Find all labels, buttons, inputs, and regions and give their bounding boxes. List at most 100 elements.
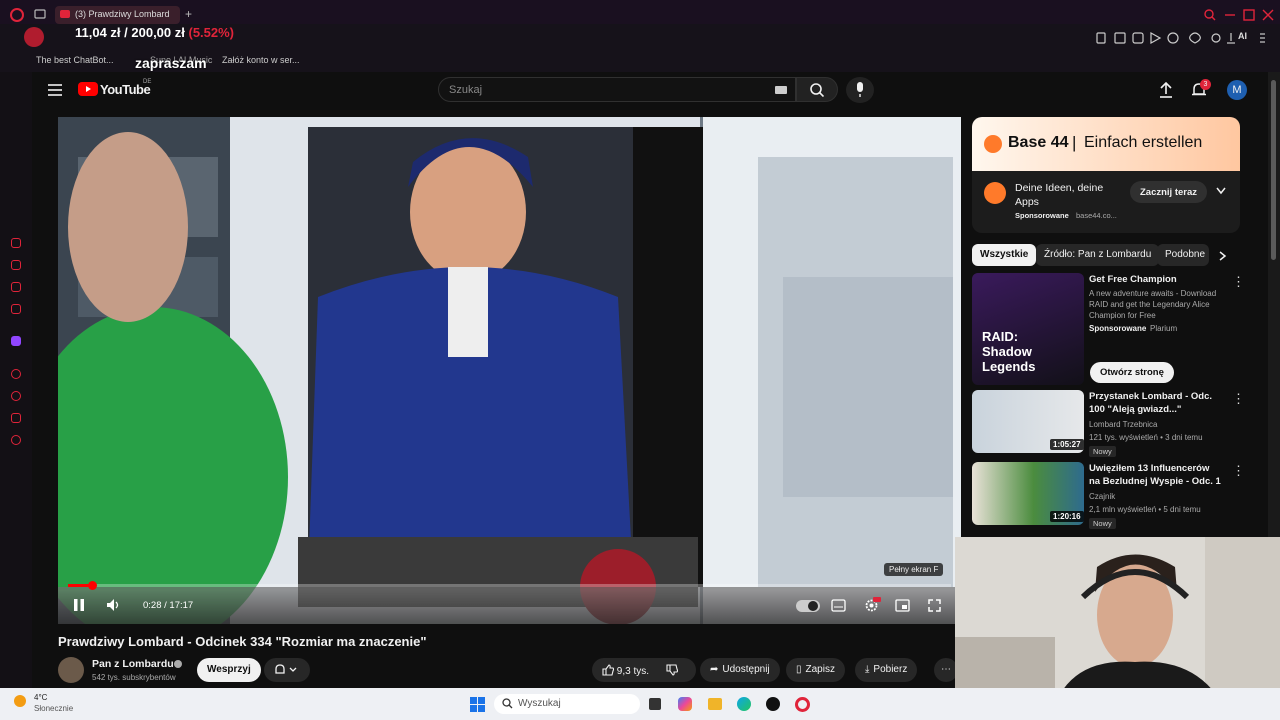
app-icon[interactable]	[766, 697, 780, 711]
volume-icon[interactable]	[106, 598, 120, 612]
like-count[interactable]: 9,3 tys.	[617, 666, 649, 677]
new-badge: Nowy	[1089, 446, 1116, 457]
keyboard-icon[interactable]	[775, 86, 787, 94]
rec-title[interactable]: Get Free Champion	[1089, 273, 1221, 286]
bookmark-chatbot[interactable]: The best ChatBot...	[36, 55, 114, 65]
search-input[interactable]: Szukaj	[438, 77, 796, 102]
minimize-icon[interactable]	[1224, 9, 1236, 21]
account-avatar[interactable]: M	[1227, 80, 1247, 100]
search-button[interactable]	[796, 77, 838, 102]
sidebar-app-icon[interactable]	[11, 413, 21, 423]
ai-button[interactable]: AI	[1238, 31, 1247, 41]
dislike-icon[interactable]	[666, 664, 678, 676]
edge-icon[interactable]	[737, 697, 751, 711]
sidebar-app-icon[interactable]	[11, 369, 21, 379]
pause-icon[interactable]	[73, 598, 85, 612]
taskbar-search-input[interactable]: Wyszukaj	[494, 694, 640, 714]
task-view-icon[interactable]	[649, 698, 661, 710]
history-icon[interactable]	[11, 391, 21, 401]
ad-headline[interactable]: Deine Ideen, deine Apps	[1015, 181, 1115, 209]
browser-tab[interactable]: (3) Prawdziwy Lombard	[55, 6, 180, 24]
taskbar-search-icon	[502, 698, 513, 709]
rec-title[interactable]: Uwięziłem 13 Influencerów na Bezludnej W…	[1089, 462, 1221, 488]
subscriber-count: 542 tys. subskrybentów	[92, 673, 176, 682]
thumbnail-caption: RAID: Shadow Legends	[982, 329, 1036, 374]
rec-channel[interactable]: Lombard Trzebnica	[1089, 420, 1157, 429]
close-window-icon[interactable]	[1262, 9, 1274, 21]
twitch-icon[interactable]	[11, 336, 21, 346]
new-tab-icon[interactable]: +	[185, 7, 192, 21]
subscription-bell-button[interactable]	[264, 658, 310, 682]
menu-icon[interactable]	[48, 84, 62, 96]
bookmark-icon: ▯	[796, 664, 802, 675]
support-button[interactable]: Wesprzyj	[197, 658, 261, 682]
progress-scrubber[interactable]	[87, 581, 97, 590]
rec-thumbnail[interactable]: RAID: Shadow Legends	[972, 273, 1084, 385]
subtitles-icon[interactable]	[831, 599, 846, 612]
video-player[interactable]	[58, 117, 961, 624]
chevron-right-icon[interactable]	[1219, 251, 1227, 261]
share-label: Udostępnij	[722, 664, 770, 675]
sidebar-app-icon[interactable]	[11, 304, 21, 314]
copilot-icon[interactable]	[678, 697, 692, 711]
weather-sun-icon[interactable]	[14, 695, 26, 707]
microphone-icon	[857, 82, 863, 97]
opera-gx-icon[interactable]	[795, 697, 810, 712]
search-tabs-icon[interactable]	[1204, 9, 1216, 21]
more-options-icon[interactable]: ⋮	[1232, 274, 1245, 290]
browser-sidebar	[0, 72, 32, 688]
weather-text[interactable]: Słonecznie	[34, 704, 73, 713]
share-button[interactable]: ➦ Udostępnij	[700, 658, 780, 682]
opera-logo-icon[interactable]	[10, 8, 24, 22]
ad-domain: base44.co...	[1076, 211, 1117, 220]
autoplay-toggle[interactable]	[796, 600, 820, 612]
chip-similar[interactable]: Podobne	[1157, 244, 1209, 266]
download-button[interactable]: ⤓ Pobierz	[855, 658, 918, 682]
ad-banner[interactable]: Base 44 | Einfach erstellen	[972, 117, 1240, 171]
open-page-button[interactable]: Otwórz stronę	[1090, 362, 1174, 383]
voice-search-button[interactable]	[846, 77, 874, 103]
save-button[interactable]: ▯ Zapisz	[786, 658, 845, 682]
sidebar-app-icon[interactable]	[11, 260, 21, 270]
sidebar-app-icon[interactable]	[11, 238, 21, 248]
file-explorer-icon[interactable]	[708, 698, 722, 710]
fullscreen-icon[interactable]	[928, 599, 941, 612]
download-icon: ⤓	[865, 664, 870, 675]
miniplayer-icon[interactable]	[895, 599, 910, 612]
chevron-down-icon[interactable]	[1216, 187, 1226, 195]
tab-manager-icon[interactable]	[34, 9, 46, 19]
chip-all[interactable]: Wszystkie	[972, 244, 1037, 266]
bookmark-zaloz-konto[interactable]: Załóż konto w ser...	[222, 55, 300, 65]
chip-source[interactable]: Źródło: Pan z Lombardu	[1036, 244, 1160, 266]
price-change: (5.52%)	[188, 25, 235, 40]
rec-title[interactable]: Przystanek Lombard - Odc. 100 "Aleją gwi…	[1089, 390, 1221, 416]
video-duration: 1:20:16	[1050, 511, 1084, 522]
settings-icon[interactable]	[11, 435, 21, 445]
ad-sponsored: Sponsorowane	[1015, 211, 1069, 220]
overlay-banner-text: zapraszam	[135, 55, 207, 71]
ad-banner-divider: |	[1072, 133, 1077, 152]
rec-meta: 2,1 mln wyświetleń • 5 dni temu	[1089, 505, 1201, 514]
fullscreen-tooltip: Pełny ekran F	[884, 563, 944, 576]
maximize-icon[interactable]	[1243, 9, 1255, 21]
upload-icon[interactable]	[1159, 82, 1173, 98]
progress-bar[interactable]	[68, 581, 951, 590]
windows-start-icon[interactable]	[470, 697, 485, 712]
channel-avatar[interactable]	[58, 657, 84, 683]
back-button[interactable]	[24, 27, 44, 47]
advertiser-avatar	[984, 182, 1006, 204]
ad-cta-button[interactable]: Zacznij teraz	[1130, 181, 1208, 203]
base44-logo-icon	[984, 135, 1002, 153]
sidebar-app-icon[interactable]	[11, 282, 21, 292]
rec-channel[interactable]: Czajnik	[1089, 492, 1115, 501]
temperature[interactable]: 4°C	[34, 693, 47, 702]
more-options-icon[interactable]: ⋮	[1232, 391, 1245, 407]
rec-description: A new adventure awaits - Download RAID a…	[1089, 289, 1217, 320]
price-ticker: 11,04 zł / 200,00 zł (5.52%)	[75, 25, 234, 40]
more-options-icon[interactable]: ⋮	[1232, 463, 1245, 479]
channel-name[interactable]: Pan z Lombardu	[92, 658, 174, 670]
like-icon[interactable]	[602, 664, 615, 676]
scrollbar-thumb[interactable]	[1271, 80, 1276, 260]
youtube-logo-icon[interactable]	[78, 82, 98, 96]
share-icon: ➦	[710, 664, 719, 675]
